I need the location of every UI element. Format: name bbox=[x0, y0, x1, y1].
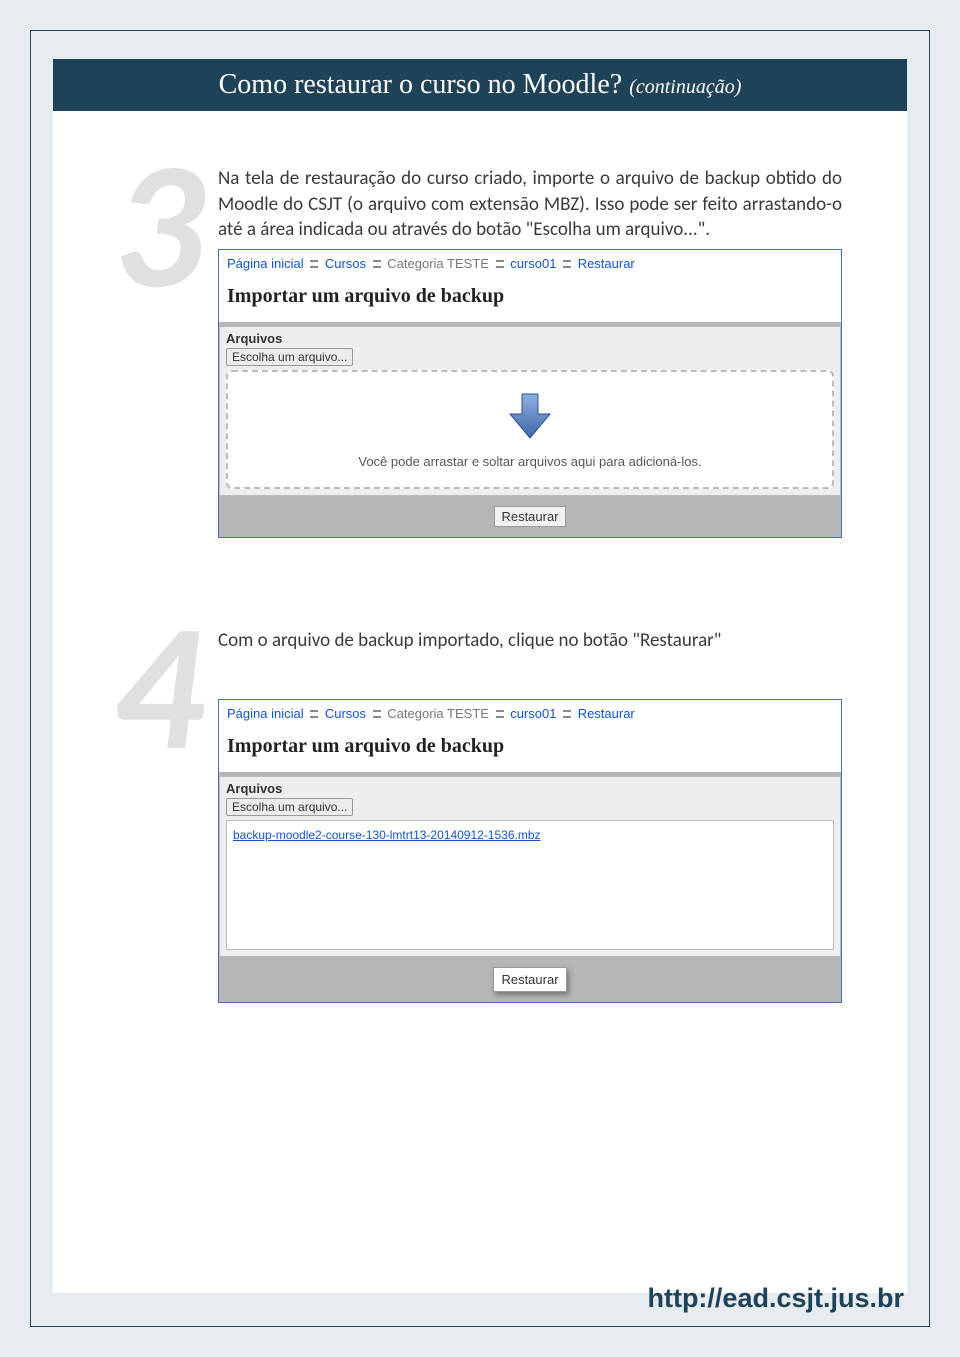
breadcrumb-restaurar[interactable]: Restaurar bbox=[578, 706, 635, 721]
step-number-3: 3 bbox=[113, 136, 204, 316]
page-frame: Como restaurar o curso no Moodle? (conti… bbox=[30, 30, 930, 1327]
breadcrumb-sep-icon bbox=[496, 710, 504, 718]
panel-title: Importar um arquivo de backup bbox=[227, 735, 833, 766]
choose-file-button[interactable]: Escolha um arquivo... bbox=[226, 798, 353, 816]
page-title-bar: Como restaurar o curso no Moodle? (conti… bbox=[53, 59, 907, 111]
breadcrumb-sep-icon bbox=[373, 260, 381, 268]
footer-url: http://ead.csjt.jus.br bbox=[647, 1283, 904, 1314]
download-arrow-icon bbox=[236, 390, 824, 442]
breadcrumb-sep-icon bbox=[496, 260, 504, 268]
choose-file-button[interactable]: Escolha um arquivo... bbox=[226, 348, 353, 366]
breadcrumb-restaurar[interactable]: Restaurar bbox=[578, 256, 635, 271]
dropzone-text: Você pode arrastar e soltar arquivos aqu… bbox=[236, 454, 824, 469]
breadcrumb-cursos[interactable]: Cursos bbox=[325, 256, 366, 271]
step-number-4: 4 bbox=[113, 598, 204, 778]
breadcrumb: Página inicial Cursos Categoria TESTE cu… bbox=[227, 256, 833, 285]
page-title-suffix: (continuação) bbox=[629, 76, 741, 98]
panel-title: Importar um arquivo de backup bbox=[227, 285, 833, 316]
breadcrumb-sep-icon bbox=[310, 710, 318, 718]
breadcrumb-sep-icon bbox=[563, 260, 571, 268]
breadcrumb-cursos[interactable]: Cursos bbox=[325, 706, 366, 721]
restore-row: Restaurar bbox=[219, 957, 841, 1002]
files-legend: Arquivos bbox=[220, 777, 840, 796]
breadcrumb-curso[interactable]: curso01 bbox=[510, 706, 556, 721]
file-list: backup-moodle2-course-130-lmtrt13-201409… bbox=[226, 820, 834, 950]
breadcrumb-curso[interactable]: curso01 bbox=[510, 256, 556, 271]
files-panel: Arquivos Escolha um arquivo... backup-mo… bbox=[219, 776, 841, 957]
step-3: 3 Na tela de restauração do curso criado… bbox=[53, 166, 907, 538]
screenshot-4: Página inicial Cursos Categoria TESTE cu… bbox=[218, 699, 842, 1003]
breadcrumb-home[interactable]: Página inicial bbox=[227, 256, 304, 271]
content-area: 3 Na tela de restauração do curso criado… bbox=[53, 111, 907, 1293]
files-legend: Arquivos bbox=[220, 327, 840, 346]
breadcrumb-sep-icon bbox=[373, 710, 381, 718]
page-title: Como restaurar o curso no Moodle? bbox=[219, 69, 623, 100]
files-panel: Arquivos Escolha um arquivo... bbox=[219, 326, 841, 496]
restore-row: Restaurar bbox=[219, 496, 841, 537]
step-3-text: Na tela de restauração do curso criado, … bbox=[218, 166, 842, 243]
step-4-text: Com o arquivo de backup importado, cliqu… bbox=[218, 628, 842, 654]
screenshot-3: Página inicial Cursos Categoria TESTE cu… bbox=[218, 249, 842, 538]
dropzone[interactable]: Você pode arrastar e soltar arquivos aqu… bbox=[226, 370, 834, 489]
breadcrumb-home[interactable]: Página inicial bbox=[227, 706, 304, 721]
breadcrumb-categoria: Categoria TESTE bbox=[387, 256, 489, 271]
screenshot-4-inner: Página inicial Cursos Categoria TESTE cu… bbox=[219, 700, 841, 772]
breadcrumb-sep-icon bbox=[563, 710, 571, 718]
breadcrumb-sep-icon bbox=[310, 260, 318, 268]
restore-button[interactable]: Restaurar bbox=[493, 967, 566, 992]
breadcrumb-categoria: Categoria TESTE bbox=[387, 706, 489, 721]
breadcrumb: Página inicial Cursos Categoria TESTE cu… bbox=[227, 706, 833, 735]
restore-button[interactable]: Restaurar bbox=[494, 506, 565, 527]
step-4: 4 Com o arquivo de backup importado, cli… bbox=[53, 628, 907, 1003]
screenshot-3-inner: Página inicial Cursos Categoria TESTE cu… bbox=[219, 250, 841, 322]
uploaded-file-link[interactable]: backup-moodle2-course-130-lmtrt13-201409… bbox=[233, 828, 541, 842]
